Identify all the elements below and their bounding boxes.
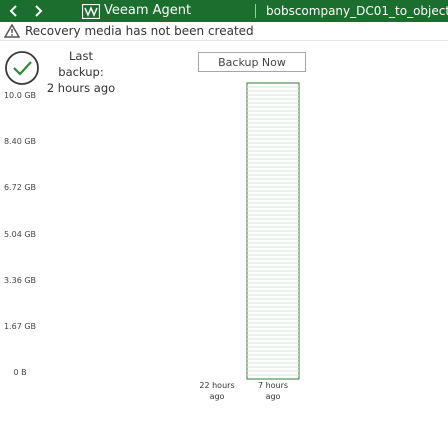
x-tick-label-line: ago <box>265 392 281 401</box>
x-tick-label-line: 7 hours <box>257 381 289 390</box>
chart-plot <box>246 82 300 380</box>
x-tick-label-line: 22 hours <box>199 381 235 390</box>
x-tick-label: 22 hours ago <box>187 380 247 402</box>
x-tick-label: 7 hours ago <box>243 380 303 402</box>
x-tick-label-line: ago <box>209 392 225 401</box>
